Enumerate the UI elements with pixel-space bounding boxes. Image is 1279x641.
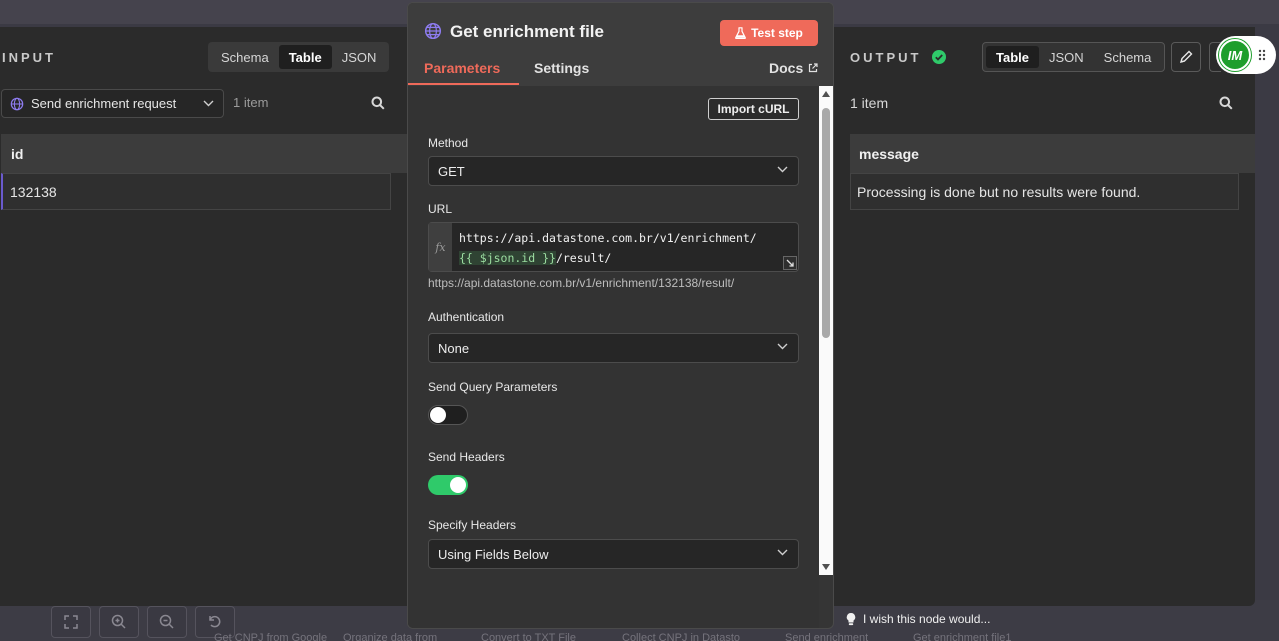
import-curl-button[interactable]: Import cURL bbox=[708, 98, 799, 120]
chevron-down-icon bbox=[777, 549, 788, 556]
globe-icon bbox=[424, 22, 442, 40]
chevron-down-icon bbox=[777, 166, 788, 173]
url-expression: {{ $json.id }} bbox=[459, 251, 556, 265]
parameters-scrollbar[interactable] bbox=[819, 86, 833, 575]
external-link-icon bbox=[809, 63, 818, 73]
input-item-count: 1 item bbox=[233, 95, 269, 110]
flask-icon bbox=[735, 27, 746, 39]
expand-editor-icon[interactable] bbox=[783, 256, 797, 270]
toggle-knob bbox=[450, 477, 466, 493]
drag-handle-icon[interactable] bbox=[1258, 49, 1266, 61]
url-suffix: /result/ bbox=[555, 251, 612, 265]
canvas-node-label: Send enrichment bbox=[785, 632, 869, 641]
scroll-up-icon[interactable] bbox=[822, 91, 830, 97]
specify-headers-select[interactable]: Using Fields Below bbox=[428, 539, 799, 569]
input-table-header-id: id bbox=[1, 134, 407, 173]
zoom-out-button[interactable] bbox=[147, 606, 187, 638]
output-tab-json[interactable]: JSON bbox=[1039, 46, 1094, 68]
undo-icon bbox=[209, 615, 221, 628]
user-avatar-widget[interactable]: IM bbox=[1216, 36, 1276, 74]
globe-icon bbox=[10, 97, 24, 110]
toggle-knob bbox=[430, 407, 446, 423]
node-title[interactable]: Get enrichment file bbox=[450, 22, 604, 42]
output-panel-title: OUTPUT bbox=[850, 50, 922, 65]
input-tab-schema[interactable]: Schema bbox=[211, 45, 279, 69]
avatar: IM bbox=[1219, 39, 1251, 71]
lightbulb-icon bbox=[846, 612, 856, 626]
success-check-icon bbox=[932, 50, 946, 64]
pencil-icon bbox=[1179, 50, 1193, 64]
method-label: Method bbox=[428, 136, 469, 150]
output-tab-table[interactable]: Table bbox=[986, 46, 1039, 68]
search-icon[interactable] bbox=[371, 96, 385, 110]
url-prefix: https://api.datastone.com.br/v1/enrichme… bbox=[459, 231, 757, 245]
feedback-hint[interactable]: I wish this node would... bbox=[845, 612, 990, 626]
specify-headers-label: Specify Headers bbox=[428, 518, 517, 532]
method-value: GET bbox=[438, 163, 465, 179]
specify-headers-value: Using Fields Below bbox=[438, 546, 549, 562]
url-expression-text: https://api.datastone.com.br/v1/enrichme… bbox=[459, 228, 769, 268]
authentication-select[interactable]: None bbox=[428, 333, 799, 363]
input-node-select[interactable]: Send enrichment request bbox=[1, 89, 224, 118]
url-label: URL bbox=[428, 202, 453, 216]
url-resolved-preview: https://api.datastone.com.br/v1/enrichme… bbox=[428, 276, 735, 290]
send-headers-toggle[interactable] bbox=[428, 475, 468, 495]
tab-parameters[interactable]: Parameters bbox=[424, 60, 500, 76]
input-node-name: Send enrichment request bbox=[31, 96, 177, 111]
canvas-node-label: Organize data from bbox=[343, 632, 438, 641]
send-headers-label: Send Headers bbox=[428, 450, 505, 464]
input-tab-json[interactable]: JSON bbox=[332, 45, 387, 69]
authentication-label: Authentication bbox=[428, 310, 505, 324]
url-field[interactable]: fx https://api.datastone.com.br/v1/enric… bbox=[428, 222, 799, 272]
send-query-parameters-toggle[interactable] bbox=[428, 405, 468, 425]
canvas-node-label: Get enrichment file1 bbox=[913, 632, 1012, 641]
test-step-label: Test step bbox=[751, 26, 803, 40]
modal-header: Get enrichment file Test step Parameters… bbox=[408, 3, 833, 86]
output-table-header-message: message bbox=[850, 134, 1255, 173]
output-table-cell[interactable]: Processing is done but no results were f… bbox=[850, 173, 1239, 210]
edit-output-button[interactable] bbox=[1171, 42, 1201, 72]
active-tab-indicator bbox=[408, 83, 519, 85]
canvas-node-label: Get CNPJ from Google bbox=[214, 632, 328, 641]
input-view-switcher: Schema Table JSON bbox=[208, 42, 390, 72]
fit-view-icon bbox=[64, 615, 78, 629]
test-step-button[interactable]: Test step bbox=[720, 20, 818, 46]
node-parameters-modal: Get enrichment file Test step Parameters… bbox=[407, 2, 834, 629]
output-view-switcher: Table JSON Schema bbox=[982, 42, 1166, 72]
tab-settings[interactable]: Settings bbox=[534, 60, 589, 76]
parameters-panel: Import cURL Method GET URL fx https://ap… bbox=[408, 86, 819, 628]
input-tab-table[interactable]: Table bbox=[278, 45, 332, 69]
authentication-value: None bbox=[438, 340, 470, 356]
scroll-down-icon[interactable] bbox=[822, 564, 830, 570]
docs-link-label: Docs bbox=[769, 60, 804, 76]
search-icon[interactable] bbox=[1219, 96, 1233, 110]
expression-fx-icon: fx bbox=[429, 223, 452, 271]
output-tab-schema[interactable]: Schema bbox=[1094, 46, 1162, 68]
zoom-out-icon bbox=[159, 614, 174, 629]
scrollbar-thumb[interactable] bbox=[822, 108, 830, 338]
chevron-down-icon bbox=[203, 100, 214, 107]
feedback-hint-text: I wish this node would... bbox=[863, 612, 991, 626]
fit-view-button[interactable] bbox=[51, 606, 91, 638]
output-item-count: 1 item bbox=[850, 95, 889, 111]
zoom-in-button[interactable] bbox=[99, 606, 139, 638]
canvas-node-label: Collect CNPJ in Datasto bbox=[622, 632, 740, 641]
chevron-down-icon bbox=[777, 343, 788, 350]
zoom-in-icon bbox=[111, 614, 126, 629]
send-query-parameters-label: Send Query Parameters bbox=[428, 380, 558, 394]
input-table-cell[interactable]: 132138 bbox=[1, 173, 391, 210]
method-select[interactable]: GET bbox=[428, 156, 799, 186]
docs-link[interactable]: Docs bbox=[769, 60, 818, 76]
input-panel-title: INPUT bbox=[2, 50, 56, 65]
canvas-node-label: Convert to TXT File bbox=[481, 632, 576, 641]
